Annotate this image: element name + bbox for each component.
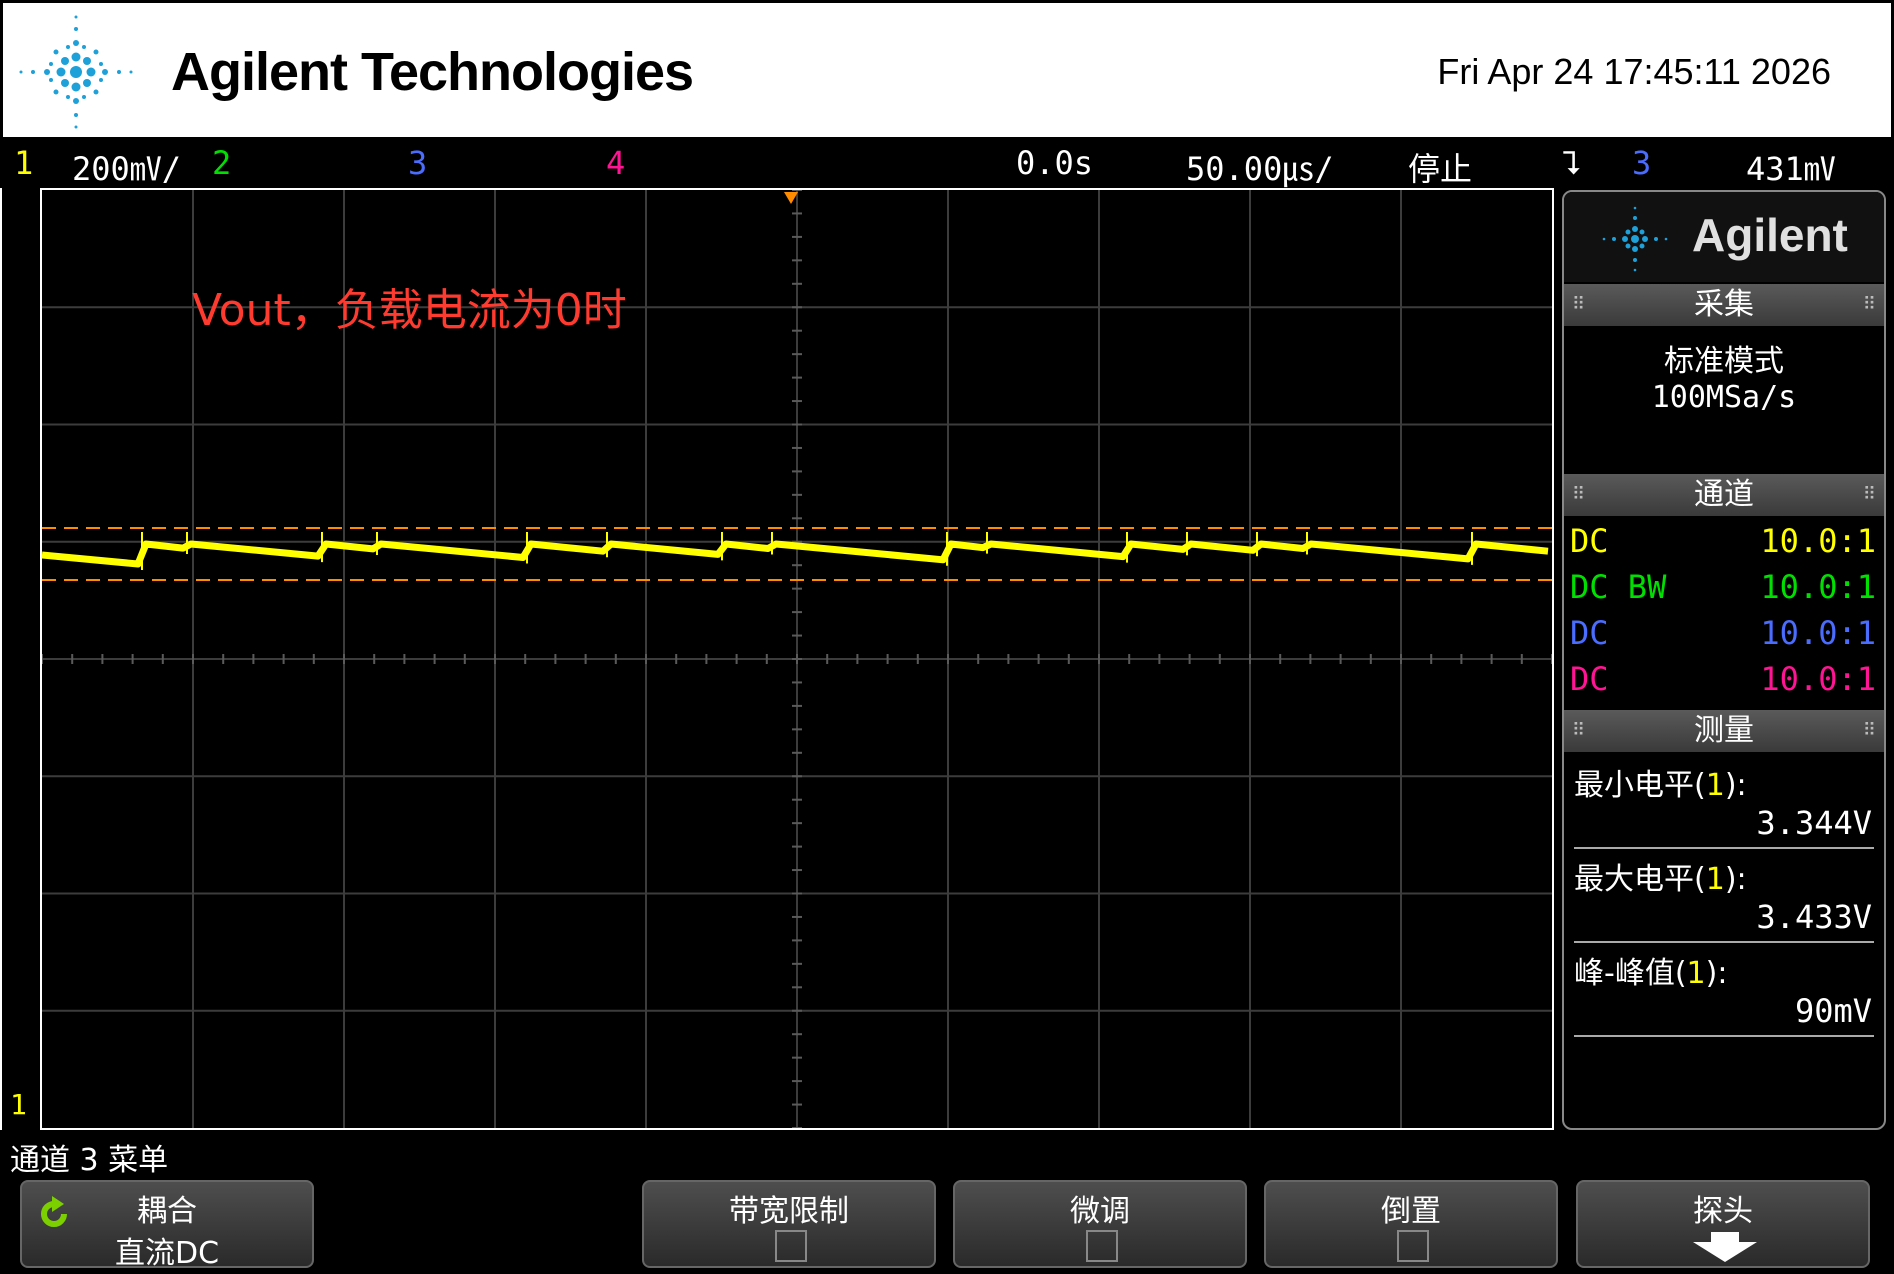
- measure-section-header[interactable]: ⠿ 测量 ⠿: [1564, 710, 1884, 752]
- measure-1-label[interactable]: 最小电平(1):: [1574, 760, 1747, 804]
- horizontal-delay[interactable]: 0.0s: [1016, 144, 1093, 182]
- measure-title: 测量: [1694, 713, 1754, 748]
- measure-1-channel: 1: [1705, 768, 1725, 803]
- channel-4-indicator[interactable]: 4: [606, 144, 625, 182]
- probe-softkey[interactable]: 探头: [1576, 1180, 1870, 1268]
- channel-1-ground-marker[interactable]: 1: [10, 1088, 27, 1121]
- coupling-label: 耦合: [137, 1194, 197, 1229]
- measure-2-label[interactable]: 最大电平(1):: [1574, 854, 1747, 898]
- submenu-arrow-icon: [1693, 1232, 1757, 1262]
- grip-icon: ⠿: [1572, 720, 1586, 741]
- channel-1-spikes: [141, 532, 1473, 570]
- trigger-level[interactable]: 431㎷: [1746, 144, 1836, 190]
- panel-logo: Agilent: [1564, 192, 1884, 282]
- probe-label: 探头: [1693, 1194, 1753, 1229]
- grip-icon: ⠿: [1862, 720, 1876, 741]
- channel-1-coupling: DC: [1570, 522, 1609, 560]
- invert-label: 倒置: [1381, 1194, 1441, 1229]
- title-bar: Agilent Technologies Fri Apr 24 17:45:11…: [0, 0, 1894, 140]
- channel-4-probe: 10.0:1: [1760, 660, 1876, 698]
- channel-1-scale[interactable]: 200㎷/: [72, 144, 181, 190]
- channel-1-probe: 10.0:1: [1760, 522, 1876, 560]
- menu-title: 通道 3 菜单: [10, 1143, 169, 1178]
- measure-1-value: 3.344V: [1756, 804, 1872, 842]
- measure-3-channel: 1: [1686, 956, 1706, 991]
- fine-adjust-softkey[interactable]: 微调: [953, 1180, 1247, 1268]
- invert-checkbox[interactable]: [1397, 1230, 1429, 1262]
- waveform-display[interactable]: Vout，负载电流为0时: [40, 188, 1554, 1130]
- measure-2-value: 3.433V: [1756, 898, 1872, 936]
- grip-icon: ⠿: [1572, 294, 1586, 315]
- measure-2-channel: 1: [1705, 862, 1725, 897]
- timebase-scale[interactable]: 50.00㎲/: [1186, 144, 1334, 190]
- trigger-falling-edge-icon: ⮧: [1562, 144, 1581, 182]
- brand-name: Agilent Technologies: [171, 42, 694, 102]
- channel-1-indicator[interactable]: 1: [14, 144, 33, 182]
- channel-2-coupling: DC BW: [1570, 568, 1667, 606]
- channels-section-header[interactable]: ⠿ 通道 ⠿: [1564, 474, 1884, 516]
- channel-2-probe: 10.0:1: [1760, 568, 1876, 606]
- acquire-section-header[interactable]: ⠿ 采集 ⠿: [1564, 284, 1884, 326]
- divider: [1574, 1035, 1874, 1037]
- measure-3-label[interactable]: 峰-峰值(1):: [1574, 948, 1727, 992]
- trigger-position-marker: [784, 192, 798, 204]
- channel-3-indicator[interactable]: 3: [408, 144, 427, 182]
- bandwidth-limit-softkey[interactable]: 带宽限制: [642, 1180, 936, 1268]
- grip-icon: ⠿: [1862, 484, 1876, 505]
- annotation-label: Vout，负载电流为0时: [192, 285, 627, 336]
- fine-adjust-label: 微调: [1070, 1194, 1130, 1229]
- channel-2-indicator[interactable]: 2: [212, 144, 231, 182]
- invert-softkey[interactable]: 倒置: [1264, 1180, 1558, 1268]
- coupling-softkey[interactable]: 耦合 直流DC: [20, 1180, 314, 1271]
- agilent-spark-icon: [1602, 206, 1668, 272]
- measure-1-name: 最小电平: [1574, 768, 1694, 803]
- channel-4-coupling: DC: [1570, 660, 1609, 698]
- acquire-mode: 标准模式: [1664, 344, 1784, 379]
- measure-3-name: 峰-峰值: [1574, 956, 1675, 991]
- channels-title: 通道: [1694, 477, 1754, 512]
- trigger-source[interactable]: 3: [1632, 144, 1651, 182]
- run-stop-state[interactable]: 停止: [1408, 144, 1472, 190]
- measure-2-name: 最大电平: [1574, 862, 1694, 897]
- acquire-title: 采集: [1694, 287, 1754, 322]
- fine-adjust-checkbox[interactable]: [1086, 1230, 1118, 1262]
- info-panel: Agilent ⠿ 采集 ⠿ 标准模式 100MSa/s ⠿ 通道 ⠿ DC 1…: [1562, 190, 1886, 1130]
- divider: [1574, 941, 1874, 943]
- measure-3-value: 90mV: [1794, 992, 1872, 1030]
- divider: [1574, 847, 1874, 849]
- left-gutter: [0, 188, 40, 1130]
- grip-icon: ⠿: [1862, 294, 1876, 315]
- channel-3-coupling: DC: [1570, 614, 1609, 652]
- grip-icon: ⠿: [1572, 484, 1586, 505]
- agilent-spark-logo-icon: [19, 15, 133, 129]
- status-bar: 1 200㎷/ 2 3 4 0.0s 50.00㎲/ 停止 ⮧ 3 431㎷: [0, 140, 1894, 188]
- sample-rate: 100MSa/s: [1651, 380, 1797, 415]
- panel-brand: Agilent: [1692, 209, 1848, 261]
- coupling-value: 直流DC: [114, 1236, 220, 1271]
- channel-1-waveform: [42, 540, 1549, 568]
- channel-3-probe: 10.0:1: [1760, 614, 1876, 652]
- bandwidth-limit-label: 带宽限制: [729, 1194, 849, 1229]
- bandwidth-limit-checkbox[interactable]: [775, 1230, 807, 1262]
- date-time: Fri Apr 24 17:45:11 2026: [1437, 51, 1831, 92]
